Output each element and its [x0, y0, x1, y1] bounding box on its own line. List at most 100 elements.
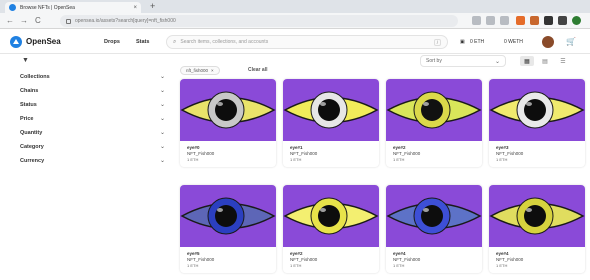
- nft-collection: NFT_Fish000: [187, 151, 215, 156]
- new-tab-button[interactable]: +: [150, 1, 155, 12]
- zoom-icon[interactable]: [472, 16, 481, 25]
- nft-collection: NFT_Fish000: [393, 257, 421, 262]
- nft-card[interactable]: eye#5 NFT_Fish000 1 ETH: [180, 185, 276, 273]
- nft-price: 1 ETH: [187, 263, 199, 268]
- nft-price: 1 ETH: [496, 157, 508, 162]
- bookmark-star-icon[interactable]: [500, 16, 509, 25]
- chevron-down-icon: ⌄: [159, 74, 165, 80]
- nft-eye-image: [386, 79, 482, 141]
- nft-eye-image: [180, 79, 276, 141]
- sidebar-item-quantity[interactable]: Quantity ⌄: [20, 126, 165, 139]
- nft-price: 1 ETH: [290, 157, 302, 162]
- chevron-down-icon: ⌄: [159, 102, 165, 108]
- chevron-down-icon: ⌄: [159, 158, 165, 164]
- close-tab-icon[interactable]: ×: [133, 5, 137, 11]
- nft-eye-image: [386, 185, 482, 247]
- puzzle-extensions-icon[interactable]: [544, 16, 553, 25]
- profile-icon[interactable]: [572, 16, 581, 25]
- tab-title: Browse NFTs | OpenSea: [20, 4, 75, 11]
- nft-price: 1 ETH: [393, 157, 405, 162]
- nft-collection: NFT_Fish000: [290, 257, 318, 262]
- nft-name: eye#2: [393, 145, 406, 150]
- sidebar-item-price[interactable]: Price ⌄: [20, 112, 165, 125]
- sidebar-item-label: Chains: [20, 87, 39, 94]
- nft-card[interactable]: eye#0 NFT_Fish000 1 ETH: [180, 79, 276, 167]
- filter-bar: ▼ Sort by ⌄ ▦ ▤ ☰: [0, 54, 590, 68]
- sidebar-item-collections[interactable]: Collections ⌄: [20, 70, 165, 83]
- sidebar-item-label: Category: [20, 143, 44, 150]
- nft-collection: NFT_Fish000: [393, 151, 421, 156]
- opensea-logo-icon[interactable]: [10, 36, 22, 48]
- chevron-down-icon: ⌄: [159, 116, 165, 122]
- cart-icon[interactable]: 🛒: [566, 37, 576, 46]
- wallet-icon[interactable]: ▣: [460, 39, 465, 45]
- grid-large-view-icon[interactable]: ▦: [520, 56, 534, 66]
- sidebar-icon[interactable]: [558, 16, 567, 25]
- avatar[interactable]: [542, 36, 554, 48]
- site-header: OpenSea Drops Stats ⌕ Search items, coll…: [0, 30, 590, 54]
- sidebar-item-chains[interactable]: Chains ⌄: [20, 84, 165, 97]
- sidebar-item-label: Status: [20, 101, 37, 108]
- nft-collection: NFT_Fish000: [187, 257, 215, 262]
- nft-price: 1 ETH: [393, 263, 405, 268]
- url-text: opensea.io/assets?search[query]=nft_fish…: [75, 18, 176, 24]
- chip-close-icon[interactable]: ×: [211, 68, 214, 73]
- nft-collection: NFT_Fish000: [496, 151, 524, 156]
- filter-toggle-icon[interactable]: ▼: [22, 57, 29, 64]
- wallet-balance[interactable]: 0 ETH: [470, 39, 484, 45]
- nft-card[interactable]: eye#4 NFT_Fish000 1 ETH: [386, 185, 482, 273]
- search-placeholder: Search items, collections, and accounts: [180, 39, 269, 45]
- filter-sidebar: Collections ⌄ Chains ⌄ Status ⌄ Price ⌄ …: [0, 68, 170, 280]
- sort-by-select[interactable]: Sort by ⌄: [420, 55, 506, 67]
- nft-card[interactable]: eye#3 NFT_Fish000 1 ETH: [489, 79, 585, 167]
- nft-price: 1 ETH: [496, 263, 508, 268]
- chevron-down-icon: ⌄: [494, 58, 500, 65]
- url-field[interactable]: opensea.io/assets?search[query]=nft_fish…: [60, 15, 458, 27]
- search-input[interactable]: ⌕ Search items, collections, and account…: [166, 35, 448, 49]
- nft-card[interactable]: eye#2 NFT_Fish000 1 ETH: [386, 79, 482, 167]
- list-view-icon[interactable]: ☰: [556, 56, 570, 66]
- sidebar-item-status[interactable]: Status ⌄: [20, 98, 165, 111]
- nft-collection: NFT_Fish000: [496, 257, 524, 262]
- address-bar: ← → C opensea.io/assets?search[query]=nf…: [0, 13, 590, 29]
- sidebar-item-label: Collections: [20, 73, 50, 80]
- chevron-down-icon: ⌄: [159, 130, 165, 136]
- nft-name: eye#1: [290, 145, 303, 150]
- chevron-down-icon: ⌄: [159, 144, 165, 150]
- weth-balance[interactable]: 0 WETH: [504, 39, 523, 45]
- forward-button[interactable]: →: [20, 15, 28, 27]
- brand-name[interactable]: OpenSea: [26, 37, 61, 46]
- clear-all-button[interactable]: Clear all: [248, 67, 267, 73]
- sidebar-item-label: Price: [20, 115, 34, 122]
- reload-button[interactable]: C: [35, 15, 41, 27]
- lock-icon: [66, 18, 71, 24]
- chevron-down-icon: ⌄: [159, 88, 165, 94]
- nft-price: 1 ETH: [290, 263, 302, 268]
- sidebar-item-category[interactable]: Category ⌄: [20, 140, 165, 153]
- sort-by-label: Sort by: [426, 58, 442, 64]
- sidebar-item-currency[interactable]: Currency ⌄: [20, 154, 165, 167]
- nft-name: eye#4: [393, 251, 406, 256]
- nft-card[interactable]: eye#2 NFT_Fish000 1 ETH: [283, 185, 379, 273]
- nft-eye-image: [180, 185, 276, 247]
- nft-eye-image: [283, 79, 379, 141]
- nft-card[interactable]: eye#4 NFT_Fish000 1 ETH: [489, 185, 585, 273]
- nav-stats[interactable]: Stats: [136, 39, 149, 45]
- extension-icon[interactable]: [516, 16, 525, 25]
- search-filter-chip[interactable]: nft_fish000 ×: [180, 66, 220, 75]
- nft-collection: NFT_Fish000: [290, 151, 318, 156]
- opensea-favicon-icon: [9, 4, 16, 11]
- extension-icon[interactable]: [530, 16, 539, 25]
- nft-name: eye#2: [290, 251, 303, 256]
- nft-eye-image: [283, 185, 379, 247]
- browser-tab[interactable]: Browse NFTs | OpenSea ×: [5, 2, 141, 13]
- search-icon: ⌕: [173, 38, 177, 45]
- grid-small-view-icon[interactable]: ▤: [538, 56, 552, 66]
- back-button[interactable]: ←: [6, 15, 14, 27]
- nft-name: eye#4: [496, 251, 509, 256]
- nft-name: eye#3: [496, 145, 509, 150]
- share-icon[interactable]: [486, 16, 495, 25]
- nft-card[interactable]: eye#1 NFT_Fish000 1 ETH: [283, 79, 379, 167]
- nav-drops[interactable]: Drops: [104, 39, 120, 45]
- nft-name: eye#0: [187, 145, 200, 150]
